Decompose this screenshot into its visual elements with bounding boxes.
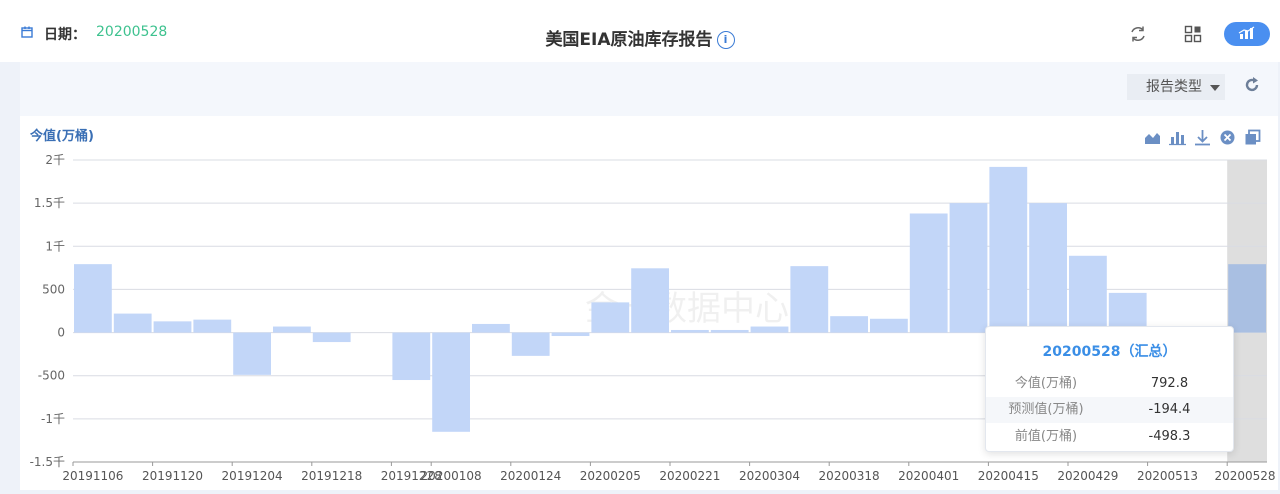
bar bbox=[193, 319, 232, 333]
x-tick-label: 20200528 bbox=[1214, 469, 1275, 483]
bar bbox=[949, 203, 988, 333]
tooltip-label: 前值(万桶) bbox=[1014, 429, 1078, 444]
clear-icon[interactable] bbox=[1219, 129, 1236, 146]
bar bbox=[591, 302, 630, 333]
bar bbox=[74, 264, 112, 333]
tooltip-value: -194.4 bbox=[1148, 402, 1191, 417]
bar bbox=[312, 332, 351, 343]
y-tick-label: 2千 bbox=[45, 153, 65, 167]
bar bbox=[870, 318, 908, 333]
y-tick-label: -1.5千 bbox=[30, 455, 65, 469]
x-tick-label: 20191218 bbox=[301, 469, 362, 483]
y-tick-label: -1千 bbox=[41, 412, 65, 426]
tooltip-row-forecast: 预测值(万桶) -194.4 bbox=[986, 397, 1233, 423]
bar bbox=[1228, 264, 1266, 333]
bar bbox=[830, 316, 868, 333]
x-tick-label: 20200108 bbox=[421, 469, 482, 483]
y-tick-label: -500 bbox=[38, 369, 65, 383]
bar bbox=[432, 332, 470, 432]
x-tick-label: 20191106 bbox=[62, 469, 123, 483]
x-tick-label: 20191204 bbox=[222, 469, 283, 483]
x-tick-label: 20200318 bbox=[819, 469, 880, 483]
x-tick-label: 20200415 bbox=[978, 469, 1039, 483]
bar bbox=[631, 268, 669, 333]
bar bbox=[113, 313, 152, 333]
bar bbox=[153, 321, 192, 333]
y-axis-label: 今值(万桶) bbox=[29, 128, 94, 144]
bar bbox=[710, 329, 749, 333]
bar bbox=[1069, 255, 1107, 333]
bar-chart-icon[interactable] bbox=[1169, 129, 1186, 146]
tooltip-row-previous: 前值(万桶) -498.3 bbox=[986, 424, 1233, 450]
tooltip-title: 20200528（汇总） bbox=[1042, 344, 1177, 360]
download-icon[interactable] bbox=[1194, 129, 1211, 146]
x-tick-label: 20200124 bbox=[500, 469, 561, 483]
bar bbox=[671, 329, 709, 333]
bar bbox=[472, 323, 510, 333]
x-tick-label: 20200513 bbox=[1137, 469, 1198, 483]
tooltip-label: 今值(万桶) bbox=[1014, 376, 1078, 391]
tooltip-label: 预测值(万桶) bbox=[1008, 402, 1084, 417]
x-tick-label: 20200429 bbox=[1057, 469, 1118, 483]
y-tick-label: 500 bbox=[42, 282, 65, 296]
bar bbox=[1029, 203, 1067, 333]
bar bbox=[551, 332, 590, 337]
bar bbox=[909, 213, 948, 333]
y-tick-label: 0 bbox=[57, 326, 65, 340]
tooltip-value: 792.8 bbox=[1150, 376, 1189, 391]
tooltip-value: -498.3 bbox=[1148, 429, 1191, 444]
bar bbox=[392, 332, 431, 381]
x-tick-label: 20200205 bbox=[580, 469, 641, 483]
chart-tooltip: 20200528（汇总） 今值(万桶) 792.8 预测值(万桶) -194.4… bbox=[985, 326, 1234, 452]
y-tick-label: 1千 bbox=[45, 239, 65, 253]
y-tick-label: 1.5千 bbox=[34, 196, 65, 210]
bar bbox=[511, 332, 550, 356]
bar bbox=[989, 166, 1028, 333]
x-tick-label: 20200221 bbox=[659, 469, 720, 483]
bar bbox=[233, 332, 271, 375]
bar bbox=[790, 266, 829, 333]
x-tick-label: 20200401 bbox=[898, 469, 959, 483]
bar bbox=[750, 326, 789, 333]
bar bbox=[273, 326, 311, 333]
x-tick-label: 20191120 bbox=[142, 469, 203, 483]
tooltip-row-actual: 今值(万桶) 792.8 bbox=[986, 371, 1233, 397]
x-tick-label: 20200304 bbox=[739, 469, 800, 483]
copy-icon[interactable] bbox=[1244, 129, 1261, 146]
area-chart-icon[interactable] bbox=[1144, 129, 1161, 146]
